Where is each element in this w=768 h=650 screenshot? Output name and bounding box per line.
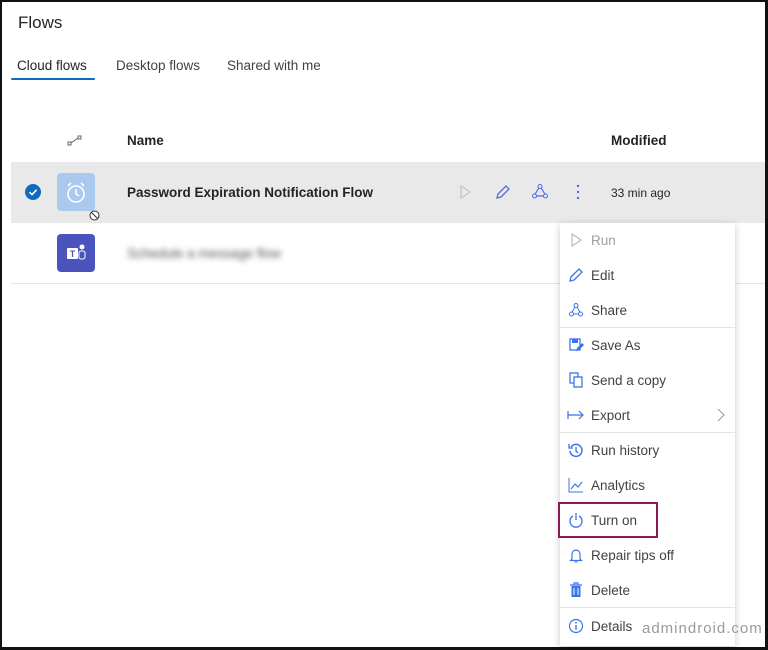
column-header-name[interactable]: Name [127, 133, 164, 148]
context-menu: Run Edit Share Save As Send a copy Expor… [558, 223, 735, 646]
share-icon [567, 301, 585, 319]
menu-label: Repair tips off [591, 547, 675, 563]
share-icon[interactable] [530, 182, 550, 202]
menu-item-share[interactable]: Share [560, 293, 735, 327]
table-row[interactable]: Password Expiration Notification Flow 33… [11, 162, 765, 223]
copy-icon [567, 371, 585, 389]
disabled-icon [89, 208, 100, 221]
flow-type-icon [67, 134, 83, 146]
save-as-icon [567, 336, 585, 354]
menu-item-save-as[interactable]: Save As [560, 328, 735, 362]
export-icon [567, 406, 585, 424]
column-header-modified[interactable]: Modified [611, 133, 667, 148]
flow-name[interactable]: Password Expiration Notification Flow [127, 185, 373, 200]
teams-icon: T [57, 234, 95, 272]
modified-time: 33 min ago [611, 186, 671, 200]
play-icon [567, 231, 585, 249]
highlight-box [558, 502, 658, 538]
tab-cloud-flows[interactable]: Cloud flows [17, 58, 87, 73]
menu-label: Analytics [591, 477, 646, 493]
menu-item-repair-tips-off[interactable]: Repair tips off [560, 538, 735, 572]
menu-label: Export [591, 407, 631, 423]
flow-name[interactable]: Schedule a message flow [127, 246, 281, 261]
watermark: admindroid.com [642, 620, 763, 637]
menu-label: Run history [591, 442, 660, 458]
page-title: Flows [18, 13, 63, 32]
menu-label: Delete [591, 582, 631, 598]
tab-desktop-flows[interactable]: Desktop flows [116, 58, 200, 73]
edit-pencil-icon[interactable] [493, 182, 513, 202]
trash-icon [567, 581, 585, 599]
menu-label: Details [591, 618, 633, 634]
more-options-icon[interactable] [568, 182, 588, 202]
menu-label: Edit [591, 267, 615, 283]
active-tab-indicator [11, 78, 95, 80]
history-icon [567, 441, 585, 459]
alarm-clock-icon [57, 173, 95, 211]
pencil-icon [567, 266, 585, 284]
menu-item-export[interactable]: Export [560, 398, 735, 432]
menu-item-delete[interactable]: Delete [560, 573, 735, 607]
menu-item-analytics[interactable]: Analytics [560, 468, 735, 502]
tab-shared-with-me[interactable]: Shared with me [227, 58, 321, 73]
menu-item-turn-on[interactable]: Turn on [558, 502, 735, 538]
menu-item-run[interactable]: Run [560, 223, 735, 257]
menu-label: Save As [591, 337, 641, 353]
menu-label: Send a copy [591, 372, 667, 388]
menu-label: Run [591, 232, 616, 248]
svg-text:T: T [70, 249, 76, 259]
menu-divider [560, 607, 735, 608]
info-icon [567, 617, 585, 635]
menu-item-run-history[interactable]: Run history [560, 433, 735, 467]
analytics-icon [567, 476, 585, 494]
menu-item-edit[interactable]: Edit [560, 258, 735, 292]
menu-label: Share [591, 302, 628, 318]
selected-checkmark-icon[interactable] [25, 184, 41, 200]
menu-item-send-a-copy[interactable]: Send a copy [560, 363, 735, 397]
run-icon[interactable] [455, 182, 475, 202]
chevron-right-icon [717, 408, 725, 425]
bell-icon [567, 546, 585, 564]
